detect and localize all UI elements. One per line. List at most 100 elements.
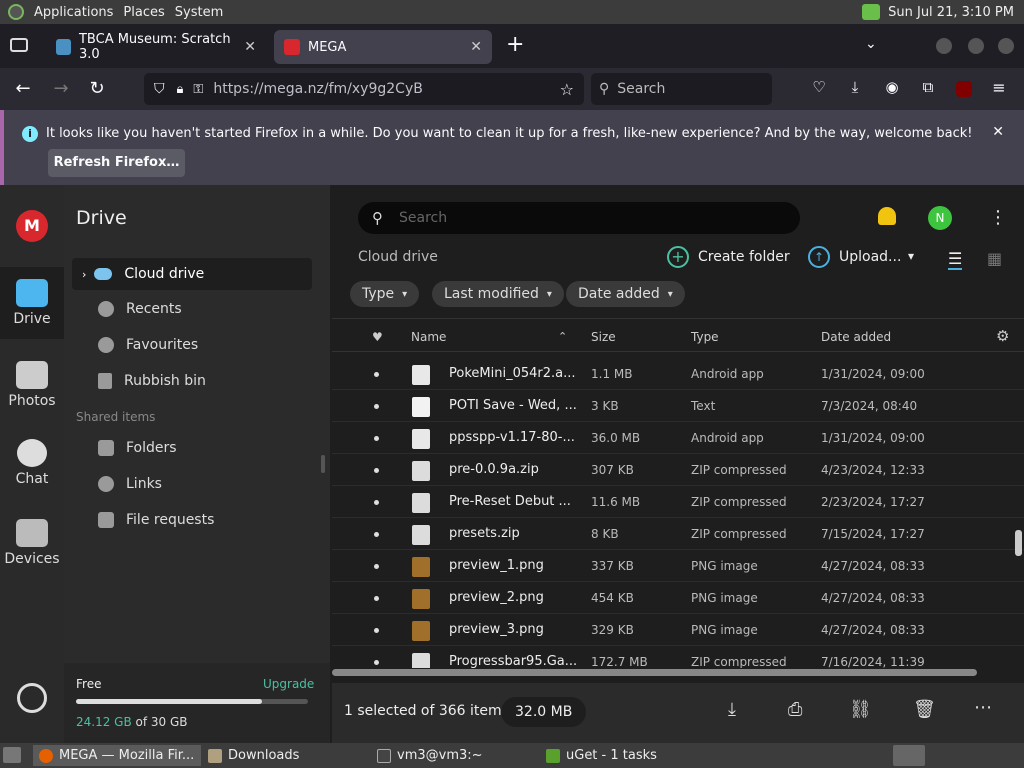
table-row[interactable]: POTI Save - Wed, ... 3 KB Text 7/3/2024, 08…: [332, 390, 1024, 422]
favourite-dot-icon[interactable]: [374, 404, 379, 409]
sidebar-item-rubbish-bin[interactable]: Rubbish bin: [72, 365, 312, 397]
vertical-scrollbar[interactable]: [1015, 530, 1022, 556]
create-folder-button[interactable]: Create folder: [698, 249, 790, 265]
task-terminal[interactable]: vm3@vm3:~: [371, 745, 539, 766]
share-icon[interactable]: ⎙: [788, 699, 802, 720]
tab-mega[interactable]: MEGA ✕: [274, 30, 492, 64]
favourite-dot-icon[interactable]: [374, 628, 379, 633]
chevron-right-icon[interactable]: ›: [82, 268, 86, 281]
clock[interactable]: Sun Jul 21, 3:10 PM: [888, 5, 1014, 20]
favourite-dot-icon[interactable]: [374, 372, 379, 377]
column-name[interactable]: Name: [411, 330, 446, 344]
forward-icon[interactable]: →: [50, 78, 72, 99]
sidebar-item-file-requests[interactable]: File requests: [72, 504, 312, 536]
network-icon[interactable]: [862, 4, 881, 20]
workspace-switcher[interactable]: [893, 745, 925, 766]
table-row[interactable]: PokeMini_054r2.a... 1.1 MB Android app 1/31…: [332, 358, 1024, 390]
task-firefox[interactable]: MEGA — Mozilla Fir...: [33, 745, 201, 766]
downloads-icon[interactable]: ⤓: [844, 78, 866, 96]
table-row[interactable]: ppsspp-v1.17-80-... 36.0 MB Android app 1/3…: [332, 422, 1024, 454]
column-type[interactable]: Type: [691, 330, 719, 344]
favourite-dot-icon[interactable]: [374, 436, 379, 441]
close-notification-icon[interactable]: ✕: [992, 124, 1004, 140]
mega-logo-icon[interactable]: M: [16, 210, 48, 242]
more-icon[interactable]: ⋯: [974, 697, 992, 718]
column-size[interactable]: Size: [591, 330, 616, 344]
table-row[interactable]: preview_3.png 329 KB PNG image 4/27/2024, 0…: [332, 614, 1024, 646]
download-icon[interactable]: ⤓: [728, 699, 736, 720]
nav-devices[interactable]: Devices: [0, 519, 64, 567]
filter-date-added[interactable]: Date added ▾: [566, 281, 685, 307]
shield-icon[interactable]: ⛉: [154, 81, 165, 97]
task-uget[interactable]: uGet - 1 tasks: [540, 745, 708, 766]
notification-bell-icon[interactable]: [878, 207, 896, 225]
list-tabs-icon[interactable]: ⌄: [865, 36, 877, 52]
upload-button[interactable]: Upload...: [839, 249, 901, 265]
close-tab-icon[interactable]: ✕: [244, 39, 256, 55]
nav-drive[interactable]: Drive: [0, 267, 64, 339]
distro-logo-icon[interactable]: [8, 4, 24, 20]
permissions-icon[interactable]: ⚿: [193, 82, 203, 97]
close-tab-icon[interactable]: ✕: [470, 39, 482, 55]
url-text[interactable]: https://mega.nz/fm/xy9g2CyB: [213, 81, 423, 97]
ublock-icon[interactable]: [956, 81, 972, 97]
table-row[interactable]: Progressbar95.Ga... 172.7 MB ZIP compresse…: [332, 646, 1024, 668]
sidebar-item-links[interactable]: Links: [72, 468, 312, 500]
favourite-column-heart-icon[interactable]: ♥: [372, 330, 383, 344]
sidebar-resize-handle[interactable]: [321, 455, 325, 473]
new-tab-icon[interactable]: +: [506, 32, 524, 57]
horizontal-scrollbar[interactable]: [332, 669, 977, 676]
sort-asc-icon[interactable]: ⌃: [558, 330, 567, 343]
favourite-dot-icon[interactable]: [374, 660, 379, 665]
favourite-dot-icon[interactable]: [374, 532, 379, 537]
minimize-icon[interactable]: [936, 38, 952, 54]
nav-chat[interactable]: Chat: [0, 439, 64, 487]
tab-tbca-museum[interactable]: TBCA Museum: Scratch 3.0 ✕: [46, 30, 266, 64]
delete-icon[interactable]: 🗑︎: [913, 699, 936, 720]
account-icon[interactable]: ◉: [881, 78, 903, 96]
column-settings-gear-icon[interactable]: ⚙: [996, 327, 1009, 345]
hamburger-menu-icon[interactable]: ≡: [988, 78, 1010, 97]
sidebar-item-cloud-drive[interactable]: › Cloud drive: [72, 258, 312, 290]
create-folder-icon[interactable]: +: [667, 246, 689, 268]
task-downloads[interactable]: Downloads: [202, 745, 370, 766]
upload-dropdown-icon[interactable]: ▾: [908, 249, 914, 263]
sidebar-item-recents[interactable]: Recents: [72, 293, 312, 325]
transfers-icon[interactable]: [17, 683, 47, 713]
sidebar-item-folders[interactable]: Folders: [72, 432, 312, 464]
menu-applications[interactable]: Applications: [34, 5, 113, 20]
favourite-dot-icon[interactable]: [374, 596, 379, 601]
menu-system[interactable]: System: [175, 5, 223, 20]
back-icon[interactable]: ←: [12, 78, 34, 99]
bookmark-star-icon[interactable]: ☆: [560, 80, 574, 99]
table-row[interactable]: preview_1.png 337 KB PNG image 4/27/2024, 0…: [332, 550, 1024, 582]
url-bar[interactable]: ⛉ 🔒︎ ⚿ https://mega.nz/fm/xy9g2CyB ☆: [144, 73, 584, 105]
mega-search-input[interactable]: ⚲ Search: [358, 202, 800, 234]
list-view-icon[interactable]: ☰: [948, 249, 963, 270]
refresh-firefox-button[interactable]: Refresh Firefox…: [48, 149, 185, 177]
close-window-icon[interactable]: [998, 38, 1014, 54]
menu-places[interactable]: Places: [123, 5, 164, 20]
upgrade-link[interactable]: Upgrade: [263, 677, 314, 691]
firefox-view-icon[interactable]: [10, 38, 28, 52]
table-row[interactable]: Pre-Reset Debut ... 11.6 MB ZIP compressed…: [332, 486, 1024, 518]
table-row[interactable]: presets.zip 8 KB ZIP compressed 7/15/2024, …: [332, 518, 1024, 550]
table-row[interactable]: preview_2.png 454 KB PNG image 4/27/2024, 0…: [332, 582, 1024, 614]
extensions-icon[interactable]: ⧉: [917, 78, 939, 96]
favourite-dot-icon[interactable]: [374, 564, 379, 569]
nav-photos[interactable]: Photos: [0, 361, 64, 409]
filter-last-modified[interactable]: Last modified ▾: [432, 281, 564, 307]
reload-icon[interactable]: ↻: [86, 78, 108, 99]
more-options-icon[interactable]: ⋮: [989, 207, 1007, 228]
upload-icon[interactable]: ↑: [808, 246, 830, 268]
maximize-icon[interactable]: [968, 38, 984, 54]
link-icon[interactable]: ⛓: [849, 699, 872, 720]
grid-view-icon[interactable]: ▦: [987, 249, 1002, 268]
sidebar-item-favourites[interactable]: Favourites: [72, 329, 312, 361]
avatar[interactable]: N: [928, 206, 952, 230]
pocket-icon[interactable]: ♡: [808, 78, 830, 96]
search-input[interactable]: ⚲ Search: [591, 73, 772, 105]
column-date-added[interactable]: Date added: [821, 330, 891, 344]
table-row[interactable]: pre-0.0.9a.zip 307 KB ZIP compressed 4/23/2…: [332, 454, 1024, 486]
filter-type[interactable]: Type ▾: [350, 281, 420, 307]
